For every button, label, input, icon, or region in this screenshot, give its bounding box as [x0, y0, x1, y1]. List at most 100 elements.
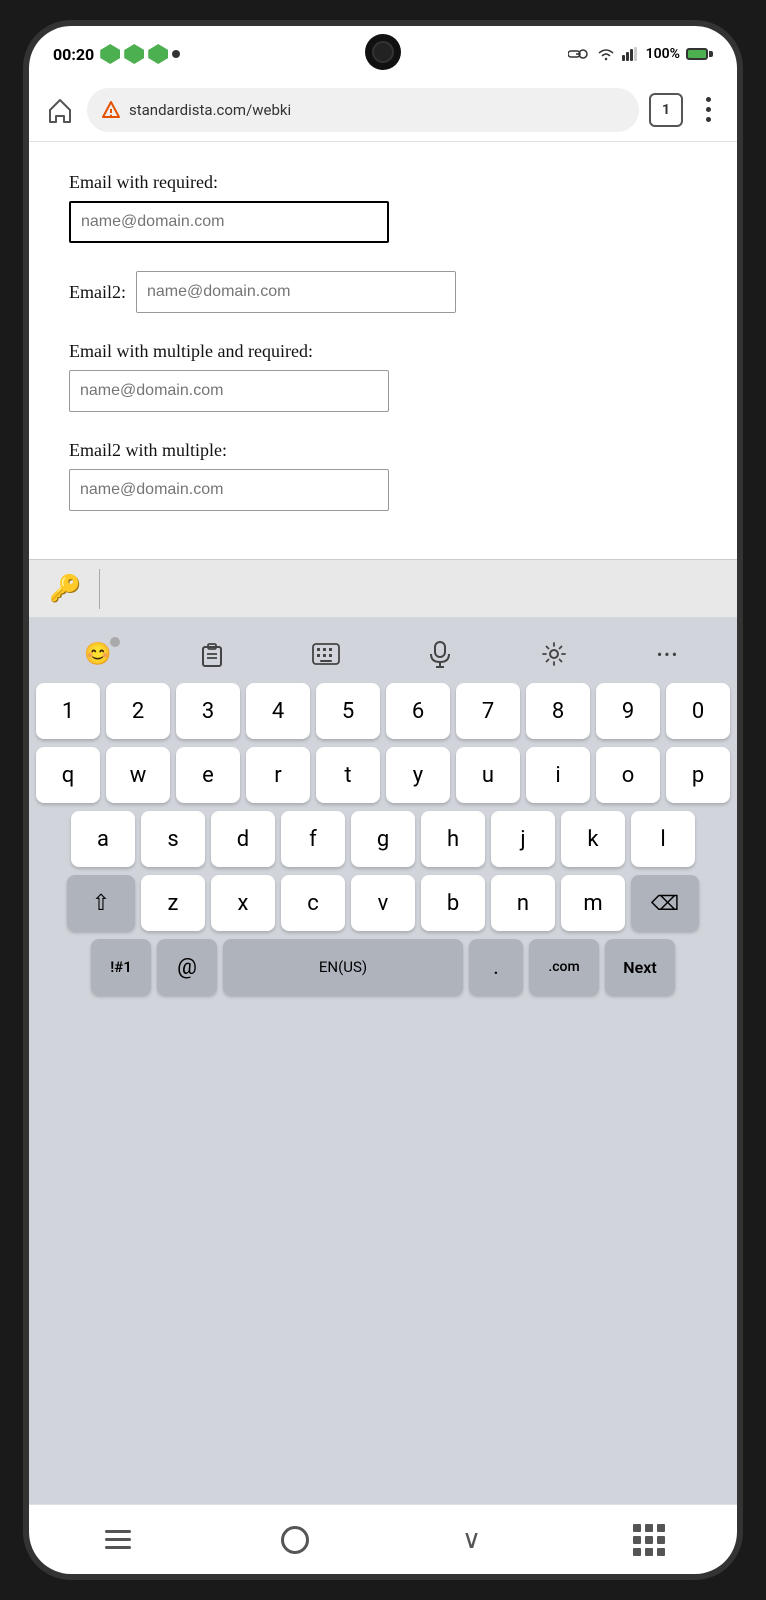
more-button[interactable]: •••	[642, 633, 694, 675]
vpn-status-icon	[568, 47, 590, 61]
camera-lens	[372, 41, 394, 63]
symbols-key[interactable]: !#1	[91, 939, 151, 995]
keyboard-icon	[312, 643, 340, 665]
key-4[interactable]: 4	[246, 683, 310, 739]
period-key[interactable]: .	[469, 939, 523, 995]
key-5[interactable]: 5	[316, 683, 380, 739]
key-i[interactable]: i	[526, 747, 590, 803]
email2-multiple-input[interactable]	[69, 469, 389, 511]
android-icon-3	[148, 44, 168, 64]
android-icon-1	[100, 44, 120, 64]
key-3[interactable]: 3	[176, 683, 240, 739]
key-a[interactable]: a	[71, 811, 135, 867]
home-icon	[46, 96, 74, 124]
key-7[interactable]: 7	[456, 683, 520, 739]
number-row: 1 2 3 4 5 6 7 8 9 0	[33, 683, 733, 739]
nav-home-button[interactable]	[265, 1515, 325, 1565]
nav-back-button[interactable]: ∨	[442, 1515, 502, 1565]
keyboard-area: 😊	[29, 617, 737, 1504]
key-s[interactable]: s	[141, 811, 205, 867]
emoji-button[interactable]: 😊	[72, 633, 124, 675]
home-button[interactable]	[43, 93, 77, 127]
key-w[interactable]: w	[106, 747, 170, 803]
key-k[interactable]: k	[561, 811, 625, 867]
nav-keyboard-button[interactable]	[619, 1515, 679, 1565]
clipboard-icon	[199, 641, 225, 667]
web-content: Email with required: Email2: Email with …	[29, 142, 737, 559]
form-group-email2: Email2:	[69, 271, 697, 313]
key-8[interactable]: 8	[526, 683, 590, 739]
key-p[interactable]: p	[666, 747, 730, 803]
signal-icon	[622, 47, 640, 61]
nav-menu-button[interactable]	[88, 1515, 148, 1565]
keyboard-switch-button[interactable]	[300, 633, 352, 675]
key-g[interactable]: g	[351, 811, 415, 867]
status-right: 100%	[568, 46, 713, 62]
email-required-label: Email with required:	[69, 172, 697, 193]
grid-icon	[633, 1524, 665, 1556]
key-q[interactable]: q	[36, 747, 100, 803]
email-multiple-required-input[interactable]	[69, 370, 389, 412]
vpn-bar: 🔑	[29, 559, 737, 617]
status-bar: 00:20	[29, 26, 737, 78]
key-h[interactable]: h	[421, 811, 485, 867]
menu-button[interactable]	[693, 95, 723, 125]
key-d[interactable]: d	[211, 811, 275, 867]
microphone-icon	[428, 640, 452, 668]
key-z[interactable]: z	[141, 875, 205, 931]
keyboard-toolbar: 😊	[33, 623, 733, 683]
key-t[interactable]: t	[316, 747, 380, 803]
clipboard-button[interactable]	[186, 633, 238, 675]
key-o[interactable]: o	[596, 747, 660, 803]
key-n[interactable]: n	[491, 875, 555, 931]
key-e[interactable]: e	[176, 747, 240, 803]
key-y[interactable]: y	[386, 747, 450, 803]
email2-input[interactable]	[136, 271, 456, 313]
key-l[interactable]: l	[631, 811, 695, 867]
at-key[interactable]: @	[157, 939, 217, 995]
hamburger-icon	[105, 1530, 131, 1549]
shift-key[interactable]: ⇧	[67, 875, 135, 931]
key-m[interactable]: m	[561, 875, 625, 931]
next-key[interactable]: Next	[605, 939, 675, 995]
android-icon-2	[124, 44, 144, 64]
browser-bar: standardista.com/webki 1	[29, 78, 737, 142]
form-group-email-required: Email with required:	[69, 172, 697, 243]
key-b[interactable]: b	[421, 875, 485, 931]
key-u[interactable]: u	[456, 747, 520, 803]
settings-icon	[541, 641, 567, 667]
key-1[interactable]: 1	[36, 683, 100, 739]
key-v[interactable]: v	[351, 875, 415, 931]
email2-label: Email2:	[69, 282, 126, 303]
dotcom-key[interactable]: .com	[529, 939, 599, 995]
key-f[interactable]: f	[281, 811, 345, 867]
key-9[interactable]: 9	[596, 683, 660, 739]
key-2[interactable]: 2	[106, 683, 170, 739]
delete-key[interactable]: ⌫	[631, 875, 699, 931]
address-bar[interactable]: standardista.com/webki	[87, 88, 639, 132]
chevron-down-icon: ∨	[462, 1525, 481, 1555]
tab-button[interactable]: 1	[649, 93, 683, 127]
key-x[interactable]: x	[211, 875, 275, 931]
key-0[interactable]: 0	[666, 683, 730, 739]
key-c[interactable]: c	[281, 875, 345, 931]
phone-frame: 00:20	[23, 20, 743, 1580]
address-text: standardista.com/webki	[129, 101, 625, 119]
vpn-divider	[99, 569, 100, 609]
space-key[interactable]: EN(US)	[223, 939, 463, 995]
wifi-icon	[596, 46, 616, 62]
vpn-key-icon: 🔑	[49, 574, 81, 604]
email-required-input[interactable]	[69, 201, 389, 243]
emoji-badge	[110, 637, 120, 647]
key-j[interactable]: j	[491, 811, 555, 867]
time-display: 00:20	[53, 45, 94, 64]
microphone-button[interactable]	[414, 633, 466, 675]
status-icons	[100, 44, 180, 64]
key-6[interactable]: 6	[386, 683, 450, 739]
form-group-email2-multiple: Email2 with multiple:	[69, 440, 697, 511]
zxcv-row: ⇧ z x c v b n m ⌫	[33, 875, 733, 931]
home-nav-icon	[281, 1526, 309, 1554]
settings-button[interactable]	[528, 633, 580, 675]
camera-notch	[365, 34, 401, 70]
key-r[interactable]: r	[246, 747, 310, 803]
